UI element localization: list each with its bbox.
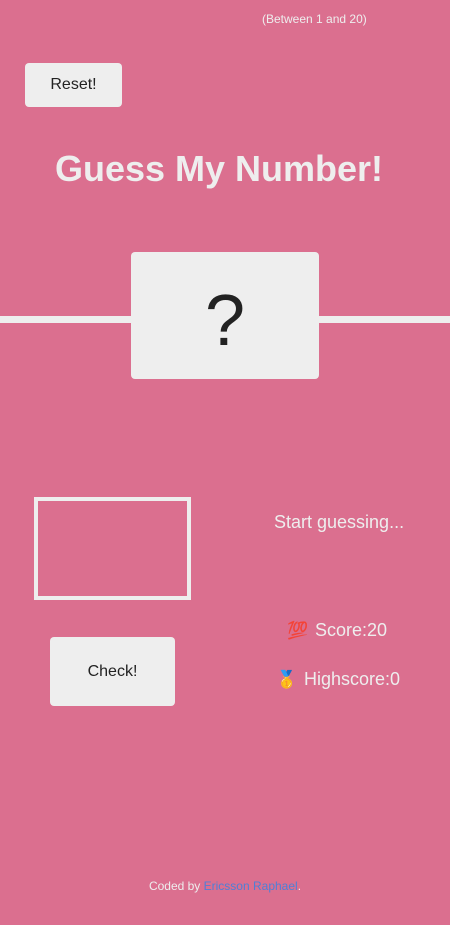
footer-prefix: Coded by xyxy=(148,879,204,893)
score-display: 💯 Score: 20 xyxy=(287,620,387,641)
highscore-value: 0 xyxy=(390,669,401,689)
highscore-label: Highscore: xyxy=(304,669,391,689)
highscore-display: 🥇 Highscore: 0 xyxy=(276,669,400,690)
hundred-points-icon: 💯 xyxy=(287,620,309,640)
footer: Coded by Ericsson Raphael. xyxy=(0,879,450,893)
footer-suffix: . xyxy=(297,879,302,893)
secret-number: ? xyxy=(204,280,246,361)
page-title: Guess My Number! xyxy=(54,148,384,189)
author-link[interactable]: Ericsson Raphael xyxy=(204,879,298,893)
score-label: Score: xyxy=(315,620,368,640)
reset-button[interactable]: Reset! xyxy=(25,63,122,107)
medal-icon: 🥇 xyxy=(276,669,298,689)
range-hint: (Between 1 and 20) xyxy=(262,12,367,26)
check-button[interactable]: Check! xyxy=(50,637,175,706)
secret-number-box: ? xyxy=(131,252,319,379)
guess-input[interactable] xyxy=(34,497,191,600)
status-message: Start guessing... xyxy=(274,512,405,532)
score-value: 20 xyxy=(367,620,388,640)
